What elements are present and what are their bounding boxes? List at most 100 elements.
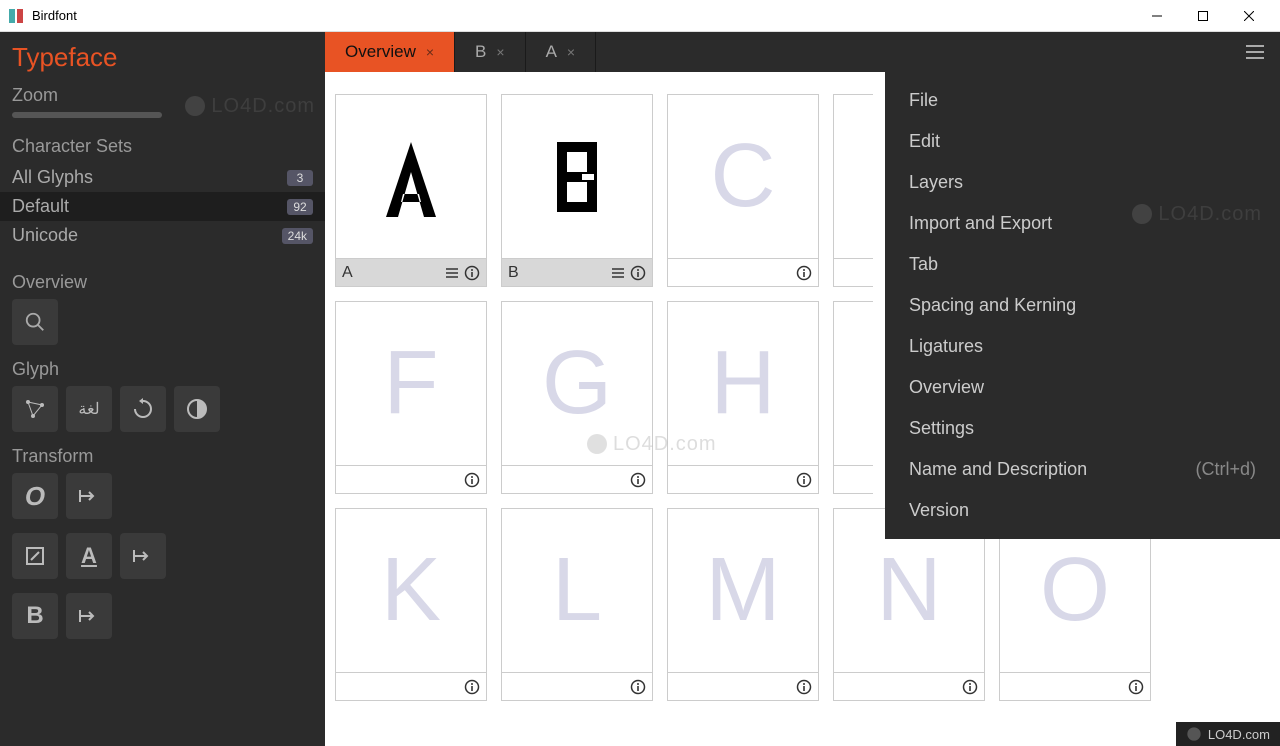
search-icon — [24, 311, 46, 333]
menu-file[interactable]: File — [885, 80, 1280, 121]
menu-icon[interactable] — [444, 265, 460, 281]
glyph-footer — [834, 258, 873, 286]
info-icon[interactable] — [630, 472, 646, 488]
glyph-footer — [834, 672, 984, 700]
close-icon[interactable]: × — [567, 44, 575, 60]
glyph-label: A — [342, 264, 353, 282]
tab-bar: Overview × B × A × — [325, 32, 1280, 72]
info-icon[interactable] — [630, 679, 646, 695]
glyph-preview — [834, 95, 873, 258]
charset-count: 92 — [287, 199, 313, 215]
glyph-label: B — [508, 264, 519, 282]
glyph-footer — [668, 465, 818, 493]
charset-default[interactable]: Default 92 — [0, 192, 325, 221]
glyph-cell[interactable]: B — [501, 94, 653, 287]
zoom-slider[interactable] — [12, 112, 162, 118]
transform-tool-bold[interactable]: B — [12, 593, 58, 639]
glyph-cell[interactable]: H — [667, 301, 819, 494]
maximize-button[interactable] — [1180, 0, 1226, 32]
glyph-label: Glyph — [12, 359, 313, 380]
window-titlebar: Birdfont — [0, 0, 1280, 32]
glyph-cell[interactable] — [833, 94, 873, 287]
tab-a[interactable]: A × — [526, 32, 597, 72]
menu-name-description[interactable]: Name and Description(Ctrl+d) — [885, 449, 1280, 490]
zoom-label: Zoom — [12, 85, 313, 106]
info-icon[interactable] — [796, 472, 812, 488]
glyph-tool-rotate[interactable] — [120, 386, 166, 432]
info-icon[interactable] — [630, 265, 646, 281]
menu-tab[interactable]: Tab — [885, 244, 1280, 285]
glyph-cell[interactable]: A — [335, 94, 487, 287]
info-icon[interactable] — [464, 679, 480, 695]
charset-count: 3 — [287, 170, 313, 186]
charset-all-glyphs[interactable]: All Glyphs 3 — [12, 163, 313, 192]
glyph-tool-nodes[interactable] — [12, 386, 58, 432]
glyph-footer — [834, 465, 873, 493]
tab-b[interactable]: B × — [455, 32, 526, 72]
app-icon — [8, 8, 24, 24]
glyph-preview: G — [502, 302, 652, 465]
hamburger-icon — [1243, 40, 1267, 64]
tab-label: A — [546, 42, 557, 62]
glyph-tool-contrast[interactable] — [174, 386, 220, 432]
glyph-footer — [336, 465, 486, 493]
transform-tool-move[interactable] — [66, 473, 112, 519]
transform-tool-move3[interactable] — [66, 593, 112, 639]
menu-settings[interactable]: Settings — [885, 408, 1280, 449]
glyph-footer — [668, 672, 818, 700]
search-button[interactable] — [12, 299, 58, 345]
charset-count: 24k — [282, 228, 313, 244]
info-icon[interactable] — [464, 472, 480, 488]
menu-icon[interactable] — [610, 265, 626, 281]
transform-tool-move2[interactable] — [120, 533, 166, 579]
window-title: Birdfont — [32, 8, 1134, 23]
transform-tool-resize[interactable] — [12, 533, 58, 579]
sidebar: Typeface Zoom Character Sets All Glyphs … — [0, 32, 325, 746]
glyph-footer: A — [336, 258, 486, 286]
glyph-preview — [336, 95, 486, 258]
transform-tool-underline[interactable]: A — [66, 533, 112, 579]
glyph-preview: H — [668, 302, 818, 465]
menu-layers[interactable]: Layers — [885, 162, 1280, 203]
menu-import-export[interactable]: Import and Export — [885, 203, 1280, 244]
menu-button[interactable] — [1230, 32, 1280, 72]
tab-label: B — [475, 42, 486, 62]
glyph-preview: L — [502, 509, 652, 672]
close-button[interactable] — [1226, 0, 1272, 32]
glyph-footer — [336, 672, 486, 700]
glyph-cell[interactable]: M — [667, 508, 819, 701]
glyph-cell[interactable]: C — [667, 94, 819, 287]
menu-spacing-kerning[interactable]: Spacing and Kerning — [885, 285, 1280, 326]
glyph-cell[interactable]: L — [501, 508, 653, 701]
menu-overview[interactable]: Overview — [885, 367, 1280, 408]
close-icon[interactable]: × — [426, 44, 434, 60]
menu-version[interactable]: Version — [885, 490, 1280, 531]
minimize-button[interactable] — [1134, 0, 1180, 32]
watermark-badge: LO4D.com — [1176, 722, 1280, 746]
charset-label: Default — [12, 196, 69, 217]
glyph-cell[interactable]: K — [335, 508, 487, 701]
info-icon[interactable] — [962, 679, 978, 695]
tab-overview[interactable]: Overview × — [325, 32, 455, 72]
glyph-cell[interactable] — [833, 301, 873, 494]
charset-label: All Glyphs — [12, 167, 93, 188]
transform-tool-skew[interactable]: O — [12, 473, 58, 519]
overview-label: Overview — [12, 272, 313, 293]
info-icon[interactable] — [796, 265, 812, 281]
glyph-tool-language[interactable]: لغة — [66, 386, 112, 432]
info-icon[interactable] — [1128, 679, 1144, 695]
glyph-preview: K — [336, 509, 486, 672]
main-menu: File Edit Layers Import and Export Tab S… — [885, 72, 1280, 539]
glyph-preview: F — [336, 302, 486, 465]
glyph-cell[interactable]: G — [501, 301, 653, 494]
menu-edit[interactable]: Edit — [885, 121, 1280, 162]
charset-unicode[interactable]: Unicode 24k — [12, 221, 313, 250]
info-icon[interactable] — [464, 265, 480, 281]
main-area: Overview × B × A × — [325, 32, 1280, 746]
tab-label: Overview — [345, 42, 416, 62]
glyph-cell[interactable]: F — [335, 301, 487, 494]
glyph-footer — [502, 465, 652, 493]
menu-ligatures[interactable]: Ligatures — [885, 326, 1280, 367]
close-icon[interactable]: × — [496, 44, 504, 60]
info-icon[interactable] — [796, 679, 812, 695]
